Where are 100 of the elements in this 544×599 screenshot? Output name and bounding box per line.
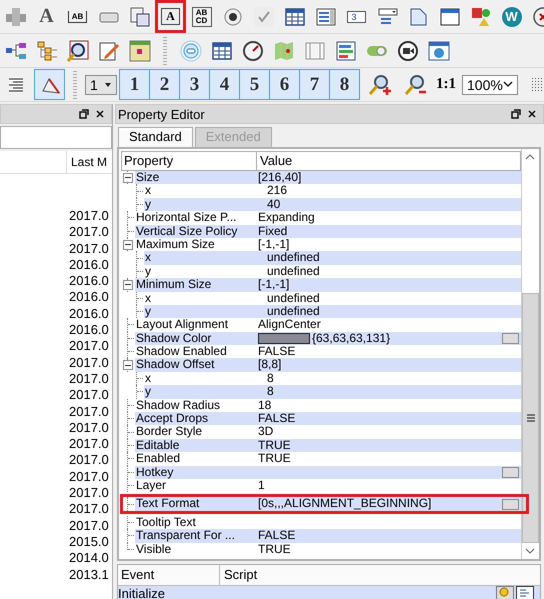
property-value: [-1,-1] — [258, 278, 290, 292]
property-name: Minimum Size — [135, 278, 256, 292]
date-cell: 2017.0 — [69, 485, 109, 500]
property-value: undefined — [267, 292, 320, 305]
property-name: Editable — [135, 438, 256, 452]
property-value: 18 — [258, 398, 272, 412]
caret-icon — [104, 82, 112, 88]
tab[interactable]: Standard — [118, 127, 193, 147]
panel-title: Property Editor — [118, 106, 205, 122]
property-name: Visible — [135, 542, 172, 556]
property-value: TRUE — [258, 438, 291, 452]
layer-button[interactable]: 3 — [179, 69, 210, 100]
date-cell: 2017.0 — [69, 518, 109, 533]
layer-combo[interactable]: 1 — [85, 74, 117, 94]
column-header[interactable]: Script — [220, 565, 540, 585]
filter-field[interactable] — [0, 126, 112, 149]
form-icon — [128, 4, 152, 28]
property-value: [216,40] — [258, 171, 302, 184]
property-value: TRUE — [258, 542, 291, 556]
float-icon[interactable] — [511, 109, 521, 119]
property-value: FALSE — [258, 412, 296, 426]
date-cell: 2017.0 — [69, 404, 109, 419]
bars-icon — [334, 38, 358, 62]
toolbar-button[interactable]: AB CD — [186, 0, 217, 33]
date-cell: 2016.0 — [69, 322, 109, 338]
column-header[interactable]: Value — [257, 152, 520, 170]
property-name: Shadow Enabled — [135, 345, 228, 358]
layer-button[interactable]: 6 — [269, 69, 300, 100]
layer-button[interactable]: 5 — [239, 69, 270, 100]
date-cell: 2017.0 — [69, 370, 109, 386]
toolbar-button[interactable]: A — [155, 0, 186, 33]
property-value: FALSE — [258, 529, 296, 543]
date-cell: 2016.0 — [69, 273, 109, 288]
date-cell: 2017.0 — [69, 224, 109, 240]
layer-button[interactable]: 1 — [119, 69, 150, 100]
property-value: 1 — [258, 478, 265, 492]
date-cell: 2017.0 — [69, 501, 109, 516]
collapse-icon[interactable] — [123, 360, 133, 370]
property-name: Transparent For ... — [135, 529, 256, 543]
property-value: [8,8] — [258, 358, 282, 372]
chevron-icon — [503, 81, 513, 88]
property-name: y — [144, 264, 152, 278]
scrollbar[interactable] — [521, 149, 539, 559]
toolbar-button[interactable]: W — [496, 0, 527, 33]
magnifier-icon — [66, 38, 90, 62]
date-cell: 2016.0 — [69, 289, 109, 304]
column-header[interactable]: Event — [118, 565, 220, 585]
globe-icon — [426, 38, 450, 62]
grip-icon — [526, 414, 536, 422]
date-cell: 2017.0 — [69, 387, 109, 402]
calendar-icon — [128, 38, 152, 62]
zoom-combo[interactable]: 100% — [462, 74, 518, 94]
layer-button[interactable]: 7 — [299, 69, 330, 100]
date-cell: 2017.0 — [69, 208, 109, 223]
property-name: y — [144, 304, 265, 318]
property-name: x — [144, 372, 152, 386]
close-icon[interactable] — [527, 109, 537, 119]
property-name: x — [144, 292, 152, 305]
collapse-icon[interactable] — [123, 172, 133, 183]
property-value: {63,63,63,131} — [312, 332, 390, 346]
property-value: AlignCenter — [258, 318, 321, 332]
property-name: x — [144, 251, 265, 265]
toolbar-button[interactable]: AB — [62, 0, 93, 33]
edit-button[interactable] — [502, 332, 519, 344]
layer-button[interactable]: 2 — [149, 69, 180, 100]
layer-button[interactable]: 4 — [209, 69, 240, 100]
date-cell: 2013.1 — [69, 566, 109, 582]
camera-icon — [396, 38, 420, 62]
property-name: Vertical Size Policy — [135, 224, 256, 238]
toolbar-button[interactable]: A — [31, 0, 62, 33]
edit-button[interactable] — [502, 466, 519, 478]
property-name: Enabled — [135, 452, 182, 466]
layer-button[interactable]: 8 — [329, 69, 360, 100]
property-name: Accept Drops — [135, 412, 256, 426]
property-value: undefined — [267, 251, 320, 265]
property-value: TRUE — [258, 452, 291, 466]
gauge-icon — [240, 38, 264, 62]
scroll-thumb[interactable] — [522, 293, 539, 543]
collapse-icon[interactable] — [123, 280, 133, 290]
list-icon[interactable] — [516, 586, 534, 599]
toolbar-button[interactable]: 3 — [341, 0, 372, 33]
property-name: Text Format — [135, 497, 256, 511]
property-name: Layer — [135, 478, 166, 492]
property-value: Fixed — [258, 224, 288, 238]
event-name: Initialize — [118, 586, 165, 599]
date-cell: 2017.0 — [69, 420, 109, 435]
column-header[interactable]: Property — [122, 152, 257, 170]
collapse-icon[interactable] — [123, 240, 133, 250]
close-icon[interactable] — [95, 109, 105, 119]
property-value: 216 — [267, 184, 288, 198]
edit-button[interactable] — [502, 498, 519, 510]
property-name: Shadow Radius — [135, 398, 222, 412]
date-cell: 2017.0 — [69, 436, 109, 452]
property-value: [0s,,,ALIGNMENT_BEGINNING] — [258, 497, 432, 511]
float-icon[interactable] — [79, 109, 89, 119]
shape-tool-button[interactable] — [34, 69, 65, 100]
date-cell: 2016.0 — [69, 256, 109, 272]
date-cell: 2017.0 — [69, 338, 109, 354]
actual-size-button[interactable]: 1:1 — [432, 76, 460, 93]
date-cell: 2015.0 — [69, 534, 109, 549]
